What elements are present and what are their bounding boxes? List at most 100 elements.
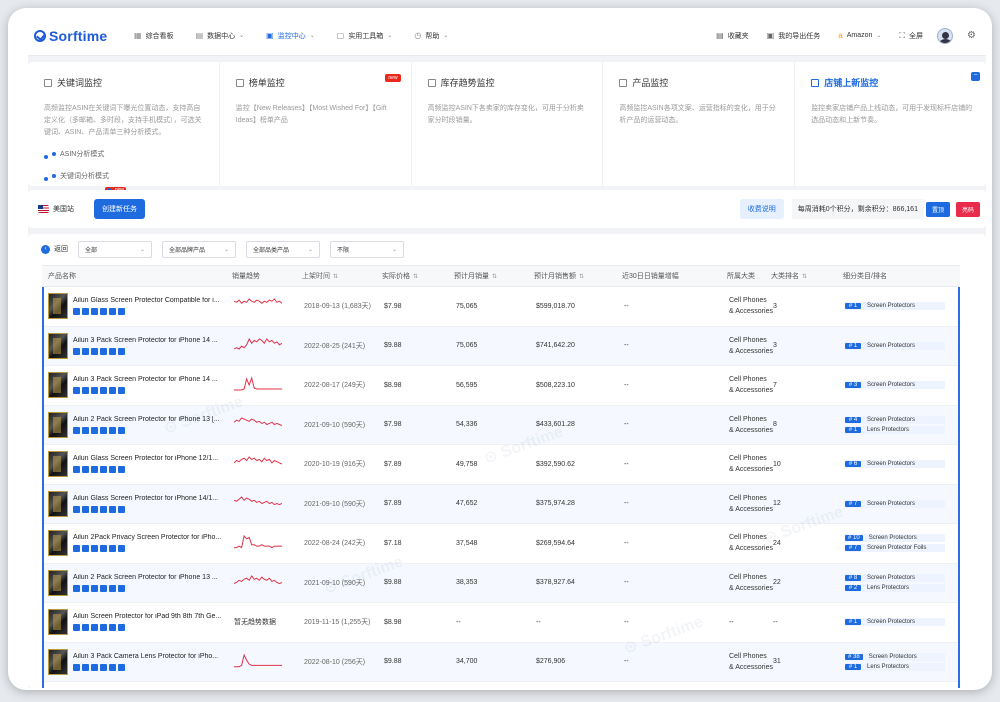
table-row[interactable]: Ailun Glass Screen Protector for iPhone … [44, 445, 958, 485]
sort-icon[interactable]: ⇅ [579, 273, 584, 280]
mode-item[interactable]: ASIN分析模式 [44, 149, 116, 165]
nav-item-0[interactable]: ▦ 综合看板 [130, 28, 178, 44]
fullscreen-button[interactable]: ⛶ 全屏 [899, 31, 923, 41]
subcategory-rank-item[interactable]: # 2 Lens Protectors [845, 583, 945, 592]
gear-icon[interactable]: ⚙ [967, 30, 976, 41]
table-row[interactable]: Ailun 3 Pack Screen Protector for iPhone… [44, 366, 958, 406]
product-name[interactable]: Ailun Glass Screen Protector for iPhone … [73, 455, 228, 462]
link-icon[interactable] [73, 505, 80, 513]
chart-icon[interactable] [100, 308, 107, 316]
eye-icon[interactable] [118, 426, 125, 434]
product-thumbnail[interactable] [48, 293, 68, 320]
filter-select-0[interactable]: 全部 ⌄ [78, 240, 152, 258]
user-icon[interactable] [91, 663, 98, 671]
subcategory-rank-item[interactable]: # 7 Screen Protectors [845, 499, 945, 508]
eye-icon[interactable] [118, 505, 125, 513]
eye-icon[interactable] [118, 624, 125, 632]
link-icon[interactable] [73, 347, 80, 355]
heart-icon[interactable] [109, 584, 116, 592]
filter-select-2[interactable]: 全部品类产品 ⌄ [246, 240, 320, 258]
product-name[interactable]: Ailun Glass Screen Protector Compatible … [73, 297, 228, 304]
heart-icon[interactable] [109, 308, 116, 316]
column-header-2[interactable]: 上架时间 ⇅ [302, 271, 382, 281]
sort-icon[interactable]: ⇅ [802, 273, 807, 280]
product-thumbnail[interactable] [48, 609, 68, 636]
link-icon[interactable] [73, 387, 80, 395]
product-thumbnail[interactable] [48, 530, 68, 557]
chart-icon[interactable] [100, 466, 107, 474]
product-thumbnail[interactable] [48, 569, 68, 596]
chart-icon[interactable] [100, 426, 107, 434]
product-thumbnail[interactable] [48, 372, 68, 399]
user-icon[interactable] [91, 466, 98, 474]
column-header-4[interactable]: 预计月销量 ⇅ [454, 271, 534, 281]
column-header-8[interactable]: 大类排名 ⇅ [771, 271, 843, 281]
chart-icon[interactable] [100, 545, 107, 553]
product-thumbnail[interactable] [48, 332, 68, 359]
eye-icon[interactable] [118, 545, 125, 553]
table-row[interactable]: Cell Phones [44, 682, 958, 688]
subcategory-rank-item[interactable]: # 1 Screen Protectors [845, 618, 945, 627]
copy-icon[interactable] [82, 505, 89, 513]
product-name[interactable]: Ailun 3 Pack Camera Lens Protector for i… [73, 653, 228, 660]
eye-icon[interactable] [118, 584, 125, 592]
product-name[interactable]: Ailun Screen Protector for iPad 9th 8th … [73, 613, 228, 620]
monitor-card-3[interactable]: 产品监控 高频监控ASIN各项文案、运营指标的变化，用于分析产品的运营动态。 [603, 62, 796, 186]
filter-select-1[interactable]: 全部品牌产品 ⌄ [162, 240, 236, 258]
chart-icon[interactable] [100, 347, 107, 355]
user-icon[interactable] [91, 624, 98, 632]
link-icon[interactable] [73, 426, 80, 434]
user-icon[interactable] [91, 584, 98, 592]
product-thumbnail[interactable] [48, 490, 68, 517]
collapse-icon[interactable]: − [970, 72, 980, 81]
user-icon[interactable] [91, 387, 98, 395]
station-label[interactable]: 美国站 [53, 204, 74, 214]
eye-icon[interactable] [118, 308, 125, 316]
product-name[interactable]: Ailun 3 Pack Screen Protector for iPhone… [73, 376, 228, 383]
heart-icon[interactable] [109, 387, 116, 395]
eye-icon[interactable] [118, 347, 125, 355]
link-icon[interactable] [73, 663, 80, 671]
copy-icon[interactable] [82, 387, 89, 395]
product-thumbnail[interactable] [48, 648, 68, 675]
copy-icon[interactable] [82, 663, 89, 671]
subcategory-rank-item[interactable]: # 1 Lens Protectors [845, 662, 945, 671]
red-action-button[interactable]: 亮码 [955, 201, 980, 217]
link-icon[interactable] [73, 308, 80, 316]
subcategory-rank-item[interactable]: # 38 Screen Protectors [845, 652, 945, 661]
nav-item-2[interactable]: ▣ 监控中心 ⌄ [262, 28, 319, 44]
sort-icon[interactable]: ⇅ [413, 273, 418, 280]
subcategory-rank-item[interactable]: # 6 Screen Protectors [845, 460, 945, 469]
eye-icon[interactable] [118, 387, 125, 395]
chart-icon[interactable] [100, 387, 107, 395]
sales-trend-sparkline[interactable] [233, 495, 283, 511]
subcategory-rank-item[interactable]: # 1 Screen Protectors [845, 302, 945, 311]
user-icon[interactable] [91, 426, 98, 434]
product-name[interactable]: Ailun Glass Screen Protector for iPhone … [73, 495, 228, 502]
sort-icon[interactable]: ⇅ [492, 273, 497, 280]
chart-icon[interactable] [100, 505, 107, 513]
table-row[interactable]: Ailun Glass Screen Protector Compatible … [44, 287, 958, 327]
table-row[interactable]: Ailun 2 Pack Screen Protector for iPhone… [44, 405, 958, 445]
link-icon[interactable] [73, 466, 80, 474]
table-row[interactable]: Ailun 2Pack Privacy Screen Protector for… [44, 524, 958, 564]
eye-icon[interactable] [118, 663, 125, 671]
copy-icon[interactable] [82, 347, 89, 355]
user-icon[interactable] [91, 308, 98, 316]
table-row[interactable]: Ailun Screen Protector for iPad 9th 8th … [44, 603, 958, 643]
user-icon[interactable] [91, 545, 98, 553]
sort-icon[interactable]: ⇅ [333, 273, 338, 280]
user-icon[interactable] [91, 505, 98, 513]
subcategory-rank-item[interactable]: # 1 Screen Protectors [845, 341, 945, 350]
table-row[interactable]: Ailun 2 Pack Screen Protector for iPhone… [44, 563, 958, 603]
product-thumbnail[interactable] [48, 451, 68, 478]
sales-trend-sparkline[interactable] [233, 297, 283, 313]
link-icon[interactable] [73, 624, 80, 632]
copy-icon[interactable] [82, 545, 89, 553]
sales-trend-sparkline[interactable] [233, 455, 283, 471]
link-icon[interactable] [73, 545, 80, 553]
chart-icon[interactable] [100, 584, 107, 592]
fee-info-button[interactable]: 收费说明 [739, 199, 784, 219]
column-header-5[interactable]: 预计月销售额 ⇅ [534, 271, 622, 281]
product-name[interactable]: Ailun 2Pack Privacy Screen Protector for… [73, 534, 228, 541]
